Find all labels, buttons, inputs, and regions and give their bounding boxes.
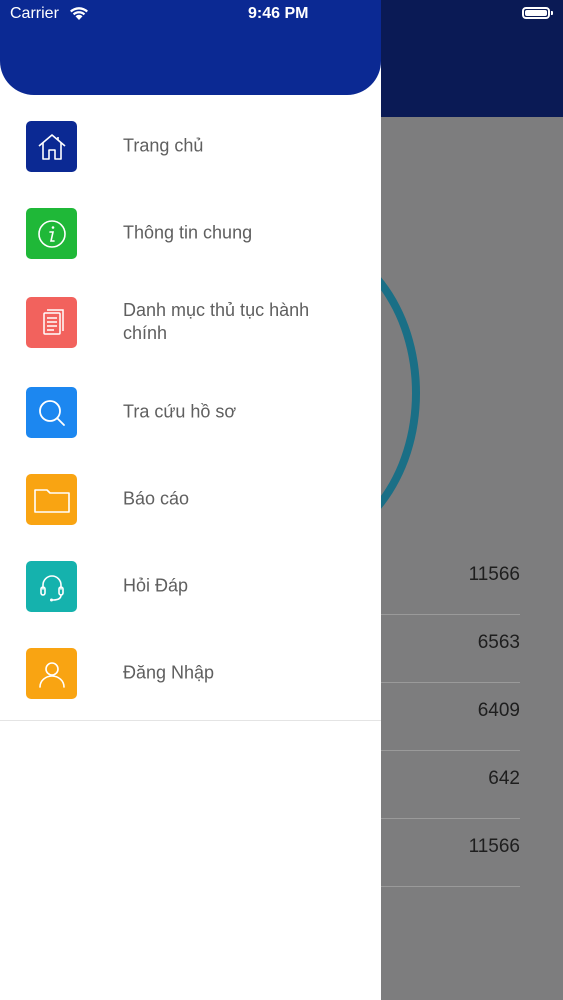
- menu-item-procedures[interactable]: Danh mục thủ tục hành chính: [0, 276, 381, 368]
- menu-item-label: Đăng Nhập: [123, 662, 215, 682]
- menu-item-report[interactable]: Báo cáo: [0, 455, 381, 542]
- battery-icon: [522, 7, 553, 19]
- folder-icon: [26, 474, 77, 525]
- drawer-divider: [0, 720, 381, 721]
- stat-row: 642: [380, 750, 520, 819]
- menu-item-label: Trang chủ: [123, 135, 204, 155]
- stat-value: 6563: [477, 632, 520, 653]
- stat-row: 6409: [380, 682, 520, 751]
- menu-item-lookup[interactable]: Tra cứu hồ sơ: [0, 368, 381, 455]
- drawer-menu: Trang chủ Thông tin chung Danh mục thủ t…: [0, 102, 381, 716]
- document-icon: [26, 297, 77, 348]
- carrier-label: Carrier: [10, 5, 59, 22]
- status-time: 9:46 PM: [248, 5, 309, 22]
- menu-item-login[interactable]: Đăng Nhập: [0, 629, 381, 716]
- navigation-drawer: Trang chủ Thông tin chung Danh mục thủ t…: [0, 0, 381, 1000]
- stat-row: 11566: [380, 546, 520, 615]
- menu-item-label: Hỏi Đáp: [123, 575, 189, 595]
- info-icon: [26, 208, 77, 259]
- stat-row: 11566: [380, 818, 520, 887]
- menu-item-label: Tra cứu hồ sơ: [123, 401, 237, 421]
- menu-item-label: Báo cáo: [123, 488, 190, 508]
- wifi-icon: [68, 5, 90, 26]
- home-icon: [26, 121, 77, 172]
- headset-icon: [26, 561, 77, 612]
- stat-value: 11566: [468, 564, 520, 585]
- menu-item-home[interactable]: Trang chủ: [0, 102, 381, 189]
- stat-value: 11566: [468, 836, 520, 857]
- menu-item-label: Danh mục thủ tục hành chính: [123, 300, 310, 343]
- menu-item-label: Thông tin chung: [123, 222, 253, 242]
- search-icon: [26, 387, 77, 438]
- stat-value: 642: [488, 768, 520, 789]
- stat-value: 6409: [477, 700, 520, 721]
- user-icon: [26, 648, 77, 699]
- menu-item-general-info[interactable]: Thông tin chung: [0, 189, 381, 276]
- stat-row: 6563: [380, 614, 520, 683]
- menu-item-faq[interactable]: Hỏi Đáp: [0, 542, 381, 629]
- status-bar: Carrier 9:46 PM: [0, 0, 563, 30]
